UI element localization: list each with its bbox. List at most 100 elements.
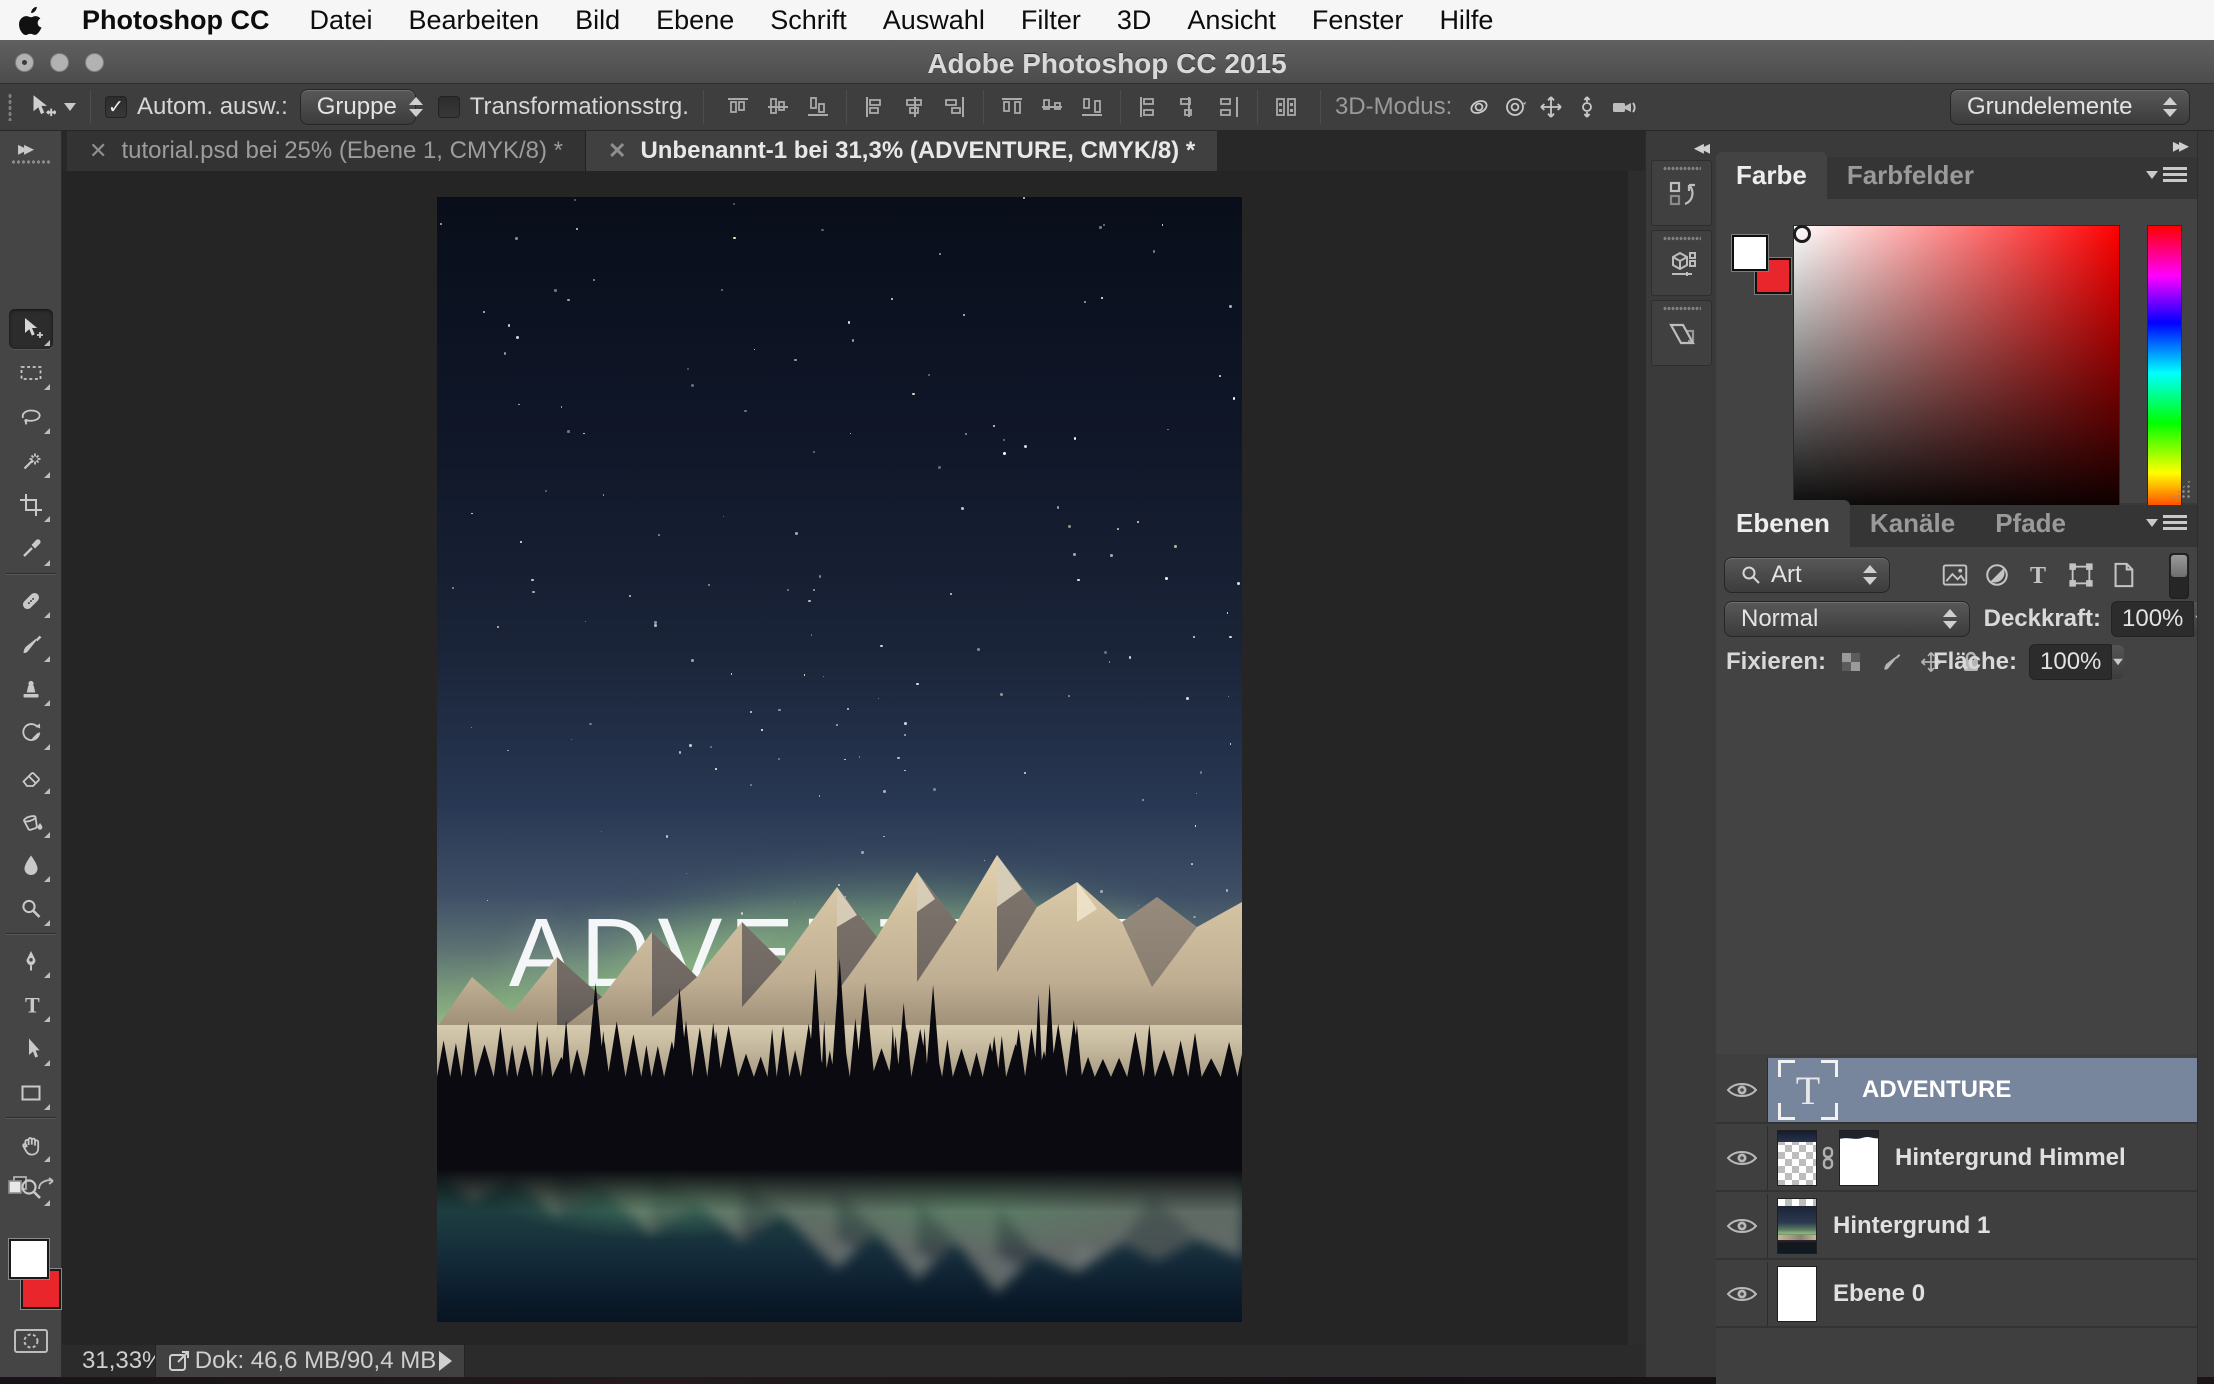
hue-ramp[interactable] xyxy=(2147,225,2182,521)
visibility-toggle[interactable] xyxy=(1716,1126,1768,1190)
history-panel-button[interactable] xyxy=(1651,160,1712,226)
rectangle-tool[interactable] xyxy=(9,1073,53,1113)
type-tool[interactable]: T xyxy=(9,985,53,1025)
blur-tool[interactable] xyxy=(9,845,53,885)
3d-slide-icon[interactable] xyxy=(1574,94,1600,120)
healing-brush-tool[interactable] xyxy=(9,581,53,621)
foreground-color-swatch[interactable] xyxy=(9,1239,49,1279)
layers-panel-menu-icon[interactable] xyxy=(2146,515,2187,530)
distribute-left-edges-icon[interactable] xyxy=(1129,89,1169,125)
color-panel-menu-icon[interactable] xyxy=(2146,167,2187,182)
filter-toggle[interactable] xyxy=(2169,553,2189,599)
document-tab-tutorial[interactable]: ✕ tutorial.psd bei 25% (Ebene 1, CMYK/8)… xyxy=(67,131,586,171)
magic-wand-tool[interactable] xyxy=(9,441,53,481)
menu-item-auswahl[interactable]: Auswahl xyxy=(865,5,1003,36)
tab-farbe[interactable]: Farbe xyxy=(1716,152,1827,199)
lock-transparency-icon[interactable] xyxy=(1838,649,1864,675)
layer-thumbnail[interactable] xyxy=(1777,1130,1817,1186)
path-selection-tool[interactable] xyxy=(9,1029,53,1069)
history-brush-tool[interactable] xyxy=(9,713,53,753)
filter-kind-image-icon[interactable] xyxy=(1942,562,1968,588)
status-menu-arrow-icon[interactable] xyxy=(439,1351,452,1371)
filter-kind-adjustment-icon[interactable] xyxy=(1984,562,2010,588)
options-bar-grip[interactable] xyxy=(8,93,12,121)
visibility-toggle[interactable] xyxy=(1716,1194,1768,1258)
lasso-tool[interactable] xyxy=(9,397,53,437)
menu-item-bearbeiten[interactable]: Bearbeiten xyxy=(391,5,558,36)
opacity-value[interactable]: 100% xyxy=(2111,601,2197,637)
distribute-bottom-edges-icon[interactable] xyxy=(1072,89,1112,125)
filter-kind-smartobject-icon[interactable] xyxy=(2110,562,2136,588)
menu-item-datei[interactable]: Datei xyxy=(291,5,390,36)
tab-pfade[interactable]: Pfade xyxy=(1975,500,2086,547)
layer-row-hintergrund-1[interactable]: Hintergrund 1 xyxy=(1716,1194,2197,1260)
auto-select-checkbox[interactable]: ✓ xyxy=(105,96,127,118)
eraser-tool[interactable] xyxy=(9,757,53,797)
layer-row-ebene-0[interactable]: Ebene 0 xyxy=(1716,1262,2197,1328)
mask-link-icon[interactable] xyxy=(1820,1146,1836,1170)
clone-stamp-tool[interactable] xyxy=(9,669,53,709)
menu-item-3d[interactable]: 3D xyxy=(1099,5,1170,36)
strip-expand-icon[interactable]: ◂◂ xyxy=(1694,135,1706,160)
document-tab-unbenannt[interactable]: ✕ Unbenannt-1 bei 31,3% (ADVENTURE, CMYK… xyxy=(586,131,1217,171)
layer-filter-dropdown[interactable]: Art xyxy=(1724,557,1890,593)
brush-tool[interactable] xyxy=(9,625,53,665)
layer-mask-thumbnail[interactable] xyxy=(1839,1130,1879,1186)
menu-item-filter[interactable]: Filter xyxy=(1003,5,1099,36)
align-left-edges-icon[interactable] xyxy=(855,89,895,125)
visibility-toggle[interactable] xyxy=(1716,1058,1768,1122)
tab-kanaele[interactable]: Kanäle xyxy=(1850,500,1975,547)
menu-item-photoshop[interactable]: Photoshop CC xyxy=(64,5,291,36)
hand-tool[interactable] xyxy=(9,1125,53,1165)
pen-tool[interactable] xyxy=(9,941,53,981)
dodge-tool[interactable] xyxy=(9,889,53,929)
lock-pixels-icon[interactable] xyxy=(1878,649,1904,675)
zoom-level-field[interactable]: 31,33% xyxy=(82,1347,144,1375)
crop-tool[interactable] xyxy=(9,485,53,525)
foreground-color-well[interactable] xyxy=(1732,235,1768,271)
toolbox-expand-icon[interactable]: ▸▸ xyxy=(18,136,30,161)
filter-kind-shape-icon[interactable] xyxy=(2068,562,2094,588)
layer-row-adventure[interactable]: T ADVENTURE xyxy=(1716,1058,2197,1124)
distribute-horizontal-centers-icon[interactable] xyxy=(1169,89,1209,125)
align-right-edges-icon[interactable] xyxy=(935,89,975,125)
eyedropper-tool[interactable] xyxy=(9,529,53,569)
filter-kind-type-icon[interactable]: T xyxy=(2026,562,2052,588)
tab-farbfelder[interactable]: Farbfelder xyxy=(1827,152,1994,199)
fill-value[interactable]: 100% xyxy=(2029,644,2115,680)
tool-preset-move-icon[interactable] xyxy=(26,92,56,122)
layer-thumbnail[interactable] xyxy=(1777,1266,1817,1322)
3d-pan-icon[interactable] xyxy=(1538,94,1564,120)
blend-mode-dropdown[interactable]: Normal xyxy=(1724,601,1970,637)
color-picker-marker[interactable] xyxy=(1793,225,1811,243)
paint-bucket-tool[interactable] xyxy=(9,801,53,841)
menu-item-ebene[interactable]: Ebene xyxy=(638,5,752,36)
color-saturation-field[interactable] xyxy=(1793,225,2120,521)
document-info-segment[interactable]: Dok: 46,6 MB/90,4 MB xyxy=(155,1345,465,1377)
dock-collapse-icon[interactable]: ▸▸ xyxy=(2173,133,2185,158)
distribute-right-edges-icon[interactable] xyxy=(1209,89,1249,125)
zoom-tool[interactable] xyxy=(9,1169,53,1209)
menu-item-ansicht[interactable]: Ansicht xyxy=(1169,5,1294,36)
type-layer-thumbnail[interactable]: T xyxy=(1778,1060,1838,1120)
distribute-vertical-centers-icon[interactable] xyxy=(1032,89,1072,125)
transform-controls-checkbox[interactable] xyxy=(438,96,460,118)
align-horizontal-centers-icon[interactable] xyxy=(895,89,935,125)
tab-ebenen[interactable]: Ebenen xyxy=(1716,500,1850,547)
close-tab-icon[interactable]: ✕ xyxy=(608,138,626,164)
3d-orbit-icon[interactable] xyxy=(1466,94,1492,120)
align-vertical-centers-icon[interactable] xyxy=(758,89,798,125)
rectangular-marquee-tool[interactable] xyxy=(9,353,53,393)
canvas-vertical-scrollbar[interactable] xyxy=(1627,171,1645,1345)
share-icon[interactable] xyxy=(168,1349,192,1373)
align-top-edges-icon[interactable] xyxy=(718,89,758,125)
canvas-area[interactable]: ADVENTURE xyxy=(62,171,1645,1345)
move-tool[interactable] xyxy=(9,309,53,349)
distribute-spacing-icon[interactable] xyxy=(1266,89,1306,125)
3d-camera-icon[interactable] xyxy=(1610,94,1636,120)
close-tab-icon[interactable]: ✕ xyxy=(89,138,107,164)
workspace-dropdown[interactable]: Grundelemente xyxy=(1950,89,2190,125)
visibility-toggle[interactable] xyxy=(1716,1262,1768,1326)
apple-menu-icon[interactable] xyxy=(0,5,64,35)
layer-thumbnail[interactable] xyxy=(1777,1198,1817,1254)
